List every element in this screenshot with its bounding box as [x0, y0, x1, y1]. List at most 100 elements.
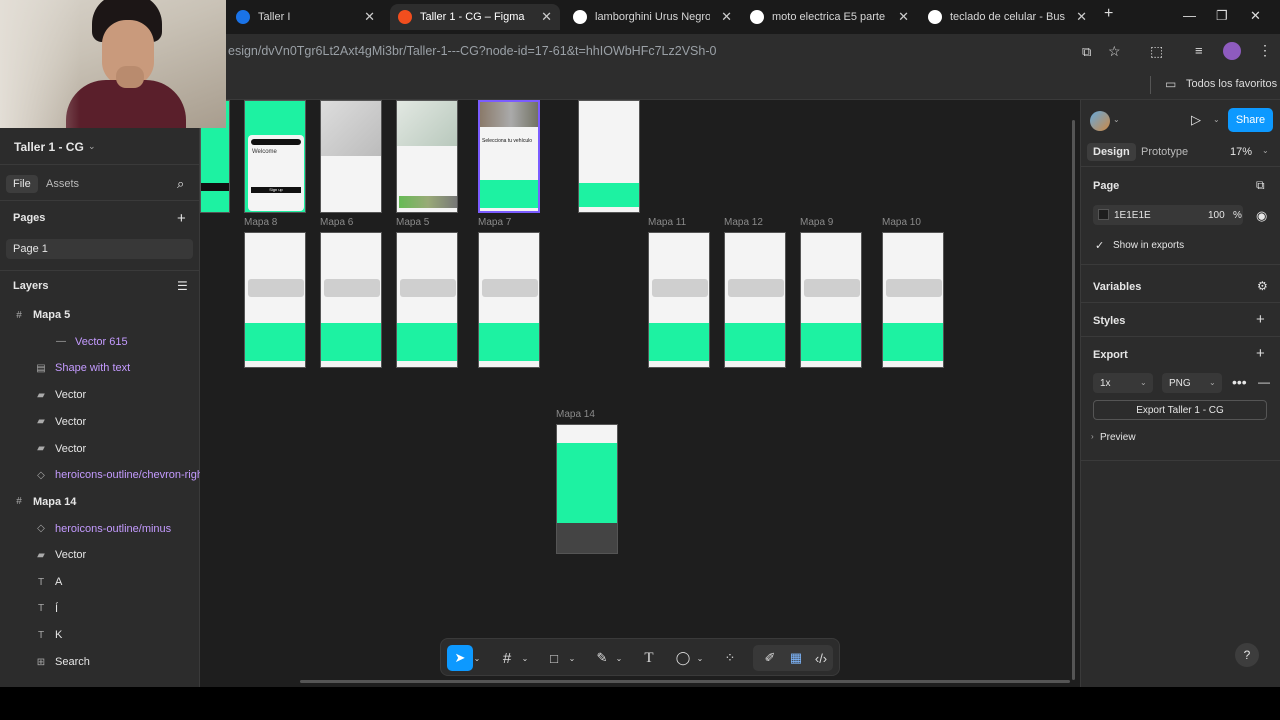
media-icon[interactable]: ≡ [1195, 43, 1203, 58]
close-tab-icon[interactable]: ✕ [898, 9, 909, 25]
frame-mapa[interactable] [396, 232, 458, 368]
chevron-down-icon[interactable]: ⌄ [88, 141, 96, 152]
styles-icon[interactable]: ⧉ [1256, 178, 1265, 193]
variables-icon[interactable]: ⚙ [1257, 279, 1268, 293]
draw-mode-icon[interactable]: ✐ [757, 645, 783, 671]
url-field[interactable]: esign/dvVn0Tgr6Lt2Axt4gMi3br/Taller-1---… [228, 44, 716, 58]
tab-design[interactable]: Design [1087, 143, 1136, 161]
layer-row[interactable]: — Vector 615 [0, 329, 200, 355]
design-mode-icon[interactable]: ▦ [783, 645, 809, 671]
extensions-icon[interactable]: ⬚ [1150, 43, 1163, 60]
layer-row[interactable]: ◇ heroicons-outline/chevron-right [0, 462, 206, 488]
frame-form[interactable] [578, 100, 640, 213]
collapse-layers-icon[interactable]: ☰ [177, 279, 188, 293]
page-color-value[interactable]: 1E1E1E [1114, 210, 1151, 221]
frame-mapa[interactable] [244, 232, 306, 368]
frame-label[interactable]: Mapa 6 [320, 217, 353, 228]
frame-label[interactable]: Mapa 9 [800, 217, 833, 228]
bookmark-star-icon[interactable]: ☆ [1108, 43, 1121, 60]
export-button[interactable]: Export Taller 1 - CG [1093, 400, 1267, 420]
close-window-icon[interactable]: ✕ [1250, 8, 1261, 24]
remove-export-icon[interactable]: — [1258, 375, 1270, 389]
eye-icon[interactable]: ◉ [1256, 208, 1267, 224]
frame-mapa[interactable] [320, 232, 382, 368]
frame-vehicle[interactable]: Selecciona tu vehículo [478, 100, 540, 213]
zoom-level[interactable]: 17% [1230, 146, 1252, 158]
browser-tab[interactable]: Taller I ✕ [228, 4, 383, 30]
tab-assets[interactable]: Assets [46, 178, 79, 190]
close-tab-icon[interactable]: ✕ [364, 9, 375, 25]
chevron-down-icon[interactable]: ⌄ [566, 645, 578, 671]
share-button[interactable]: Share [1228, 108, 1273, 132]
layer-row[interactable]: # Mapa 5 [0, 302, 200, 328]
frame-mapa[interactable] [478, 232, 540, 368]
browser-tab[interactable]: lamborghini Urus Negro d ✕ [565, 4, 740, 30]
layer-row[interactable]: TA [0, 569, 200, 595]
browser-tab[interactable]: Taller 1 - CG – Figma ✕ [390, 4, 560, 30]
frame-mapa-14[interactable] [556, 424, 618, 554]
tab-file[interactable]: File [6, 175, 38, 193]
pen-tool-icon[interactable]: ✎ [589, 645, 615, 671]
chevron-down-icon[interactable]: ⌄ [519, 645, 531, 671]
preview-toggle[interactable]: Preview [1100, 432, 1136, 443]
color-swatch[interactable] [1098, 209, 1109, 220]
layer-row[interactable]: TÍ [0, 596, 200, 622]
search-icon[interactable]: ⌕ [177, 176, 184, 192]
text-tool-icon[interactable]: T [636, 645, 662, 671]
new-tab-button[interactable]: + [1104, 5, 1113, 23]
frame-tool-icon[interactable]: # [494, 645, 520, 671]
horizontal-scrollbar[interactable] [300, 680, 1070, 683]
layer-row[interactable]: ⊞ Search [0, 649, 200, 675]
layer-row[interactable]: ◇ heroicons-outline/minus [0, 516, 200, 542]
actions-icon[interactable]: ⁘ [717, 645, 743, 671]
chevron-down-icon[interactable]: ⌄ [694, 645, 706, 671]
vertical-scrollbar[interactable] [1072, 120, 1075, 680]
file-name[interactable]: Taller 1 - CG [14, 140, 84, 154]
page-opacity-value[interactable]: 100 [1208, 210, 1225, 221]
frame-label[interactable]: Mapa 11 [648, 217, 686, 228]
frame-label[interactable]: Mapa 10 [882, 217, 921, 228]
frame-label[interactable]: Mapa 12 [724, 217, 763, 228]
browser-tab[interactable]: teclado de celular - Buscar ✕ [920, 4, 1095, 30]
frame-label[interactable]: Mapa 5 [396, 217, 429, 228]
browser-tab[interactable]: moto electrica E5 parte tra ✕ [742, 4, 917, 30]
maximize-icon[interactable]: ❐ [1216, 8, 1228, 24]
layer-row[interactable]: TK [0, 622, 200, 648]
add-export-icon[interactable]: + [1256, 345, 1265, 362]
close-tab-icon[interactable]: ✕ [721, 9, 732, 25]
more-options-icon[interactable]: ••• [1232, 374, 1247, 390]
add-style-icon[interactable]: + [1256, 311, 1265, 328]
profile-avatar[interactable] [1223, 42, 1241, 60]
frame-welcome[interactable]: Welcome Sign up [244, 100, 306, 213]
layer-row[interactable]: ▰ Vector [0, 542, 200, 568]
chevron-right-icon[interactable]: › [1091, 432, 1094, 441]
close-tab-icon[interactable]: ✕ [541, 9, 552, 25]
frame-label[interactable]: Mapa 8 [244, 217, 277, 228]
chevron-down-icon[interactable]: ⌄ [1213, 115, 1220, 124]
chevron-down-icon[interactable]: ⌄ [1262, 146, 1269, 155]
canvas[interactable]: Welcome Sign up Selecciona tu vehículo M… [200, 100, 1080, 687]
minimize-icon[interactable]: — [1183, 8, 1196, 23]
move-tool-icon[interactable]: ➤ [447, 645, 473, 671]
layer-row[interactable]: # Mapa 14 [0, 489, 200, 515]
frame-mapa[interactable] [724, 232, 786, 368]
frame-map-a[interactable] [320, 100, 382, 213]
checkmark-icon[interactable]: ✓ [1095, 239, 1104, 252]
variables-heading[interactable]: Variables [1093, 281, 1141, 293]
frame-label[interactable]: Mapa 14 [556, 409, 595, 420]
help-icon[interactable]: ? [1235, 643, 1259, 667]
frame-mapa[interactable] [648, 232, 710, 368]
menu-icon[interactable]: ⋮ [1258, 42, 1272, 59]
frame-map-b[interactable] [396, 100, 458, 213]
page-row[interactable]: Page 1 [6, 239, 193, 259]
rectangle-tool-icon[interactable]: □ [541, 645, 567, 671]
layer-row[interactable]: ▤ Shape with text [0, 355, 200, 381]
frame-mapa[interactable] [800, 232, 862, 368]
chevron-down-icon[interactable]: ⌄ [1113, 115, 1120, 124]
tab-prototype[interactable]: Prototype [1141, 146, 1188, 158]
comment-tool-icon[interactable]: ◯ [670, 645, 696, 671]
install-icon[interactable]: ⧉ [1082, 44, 1091, 60]
layer-row[interactable]: ▰ Vector [0, 409, 200, 435]
avatar[interactable] [1090, 111, 1110, 131]
chevron-down-icon[interactable]: ⌄ [471, 645, 483, 671]
